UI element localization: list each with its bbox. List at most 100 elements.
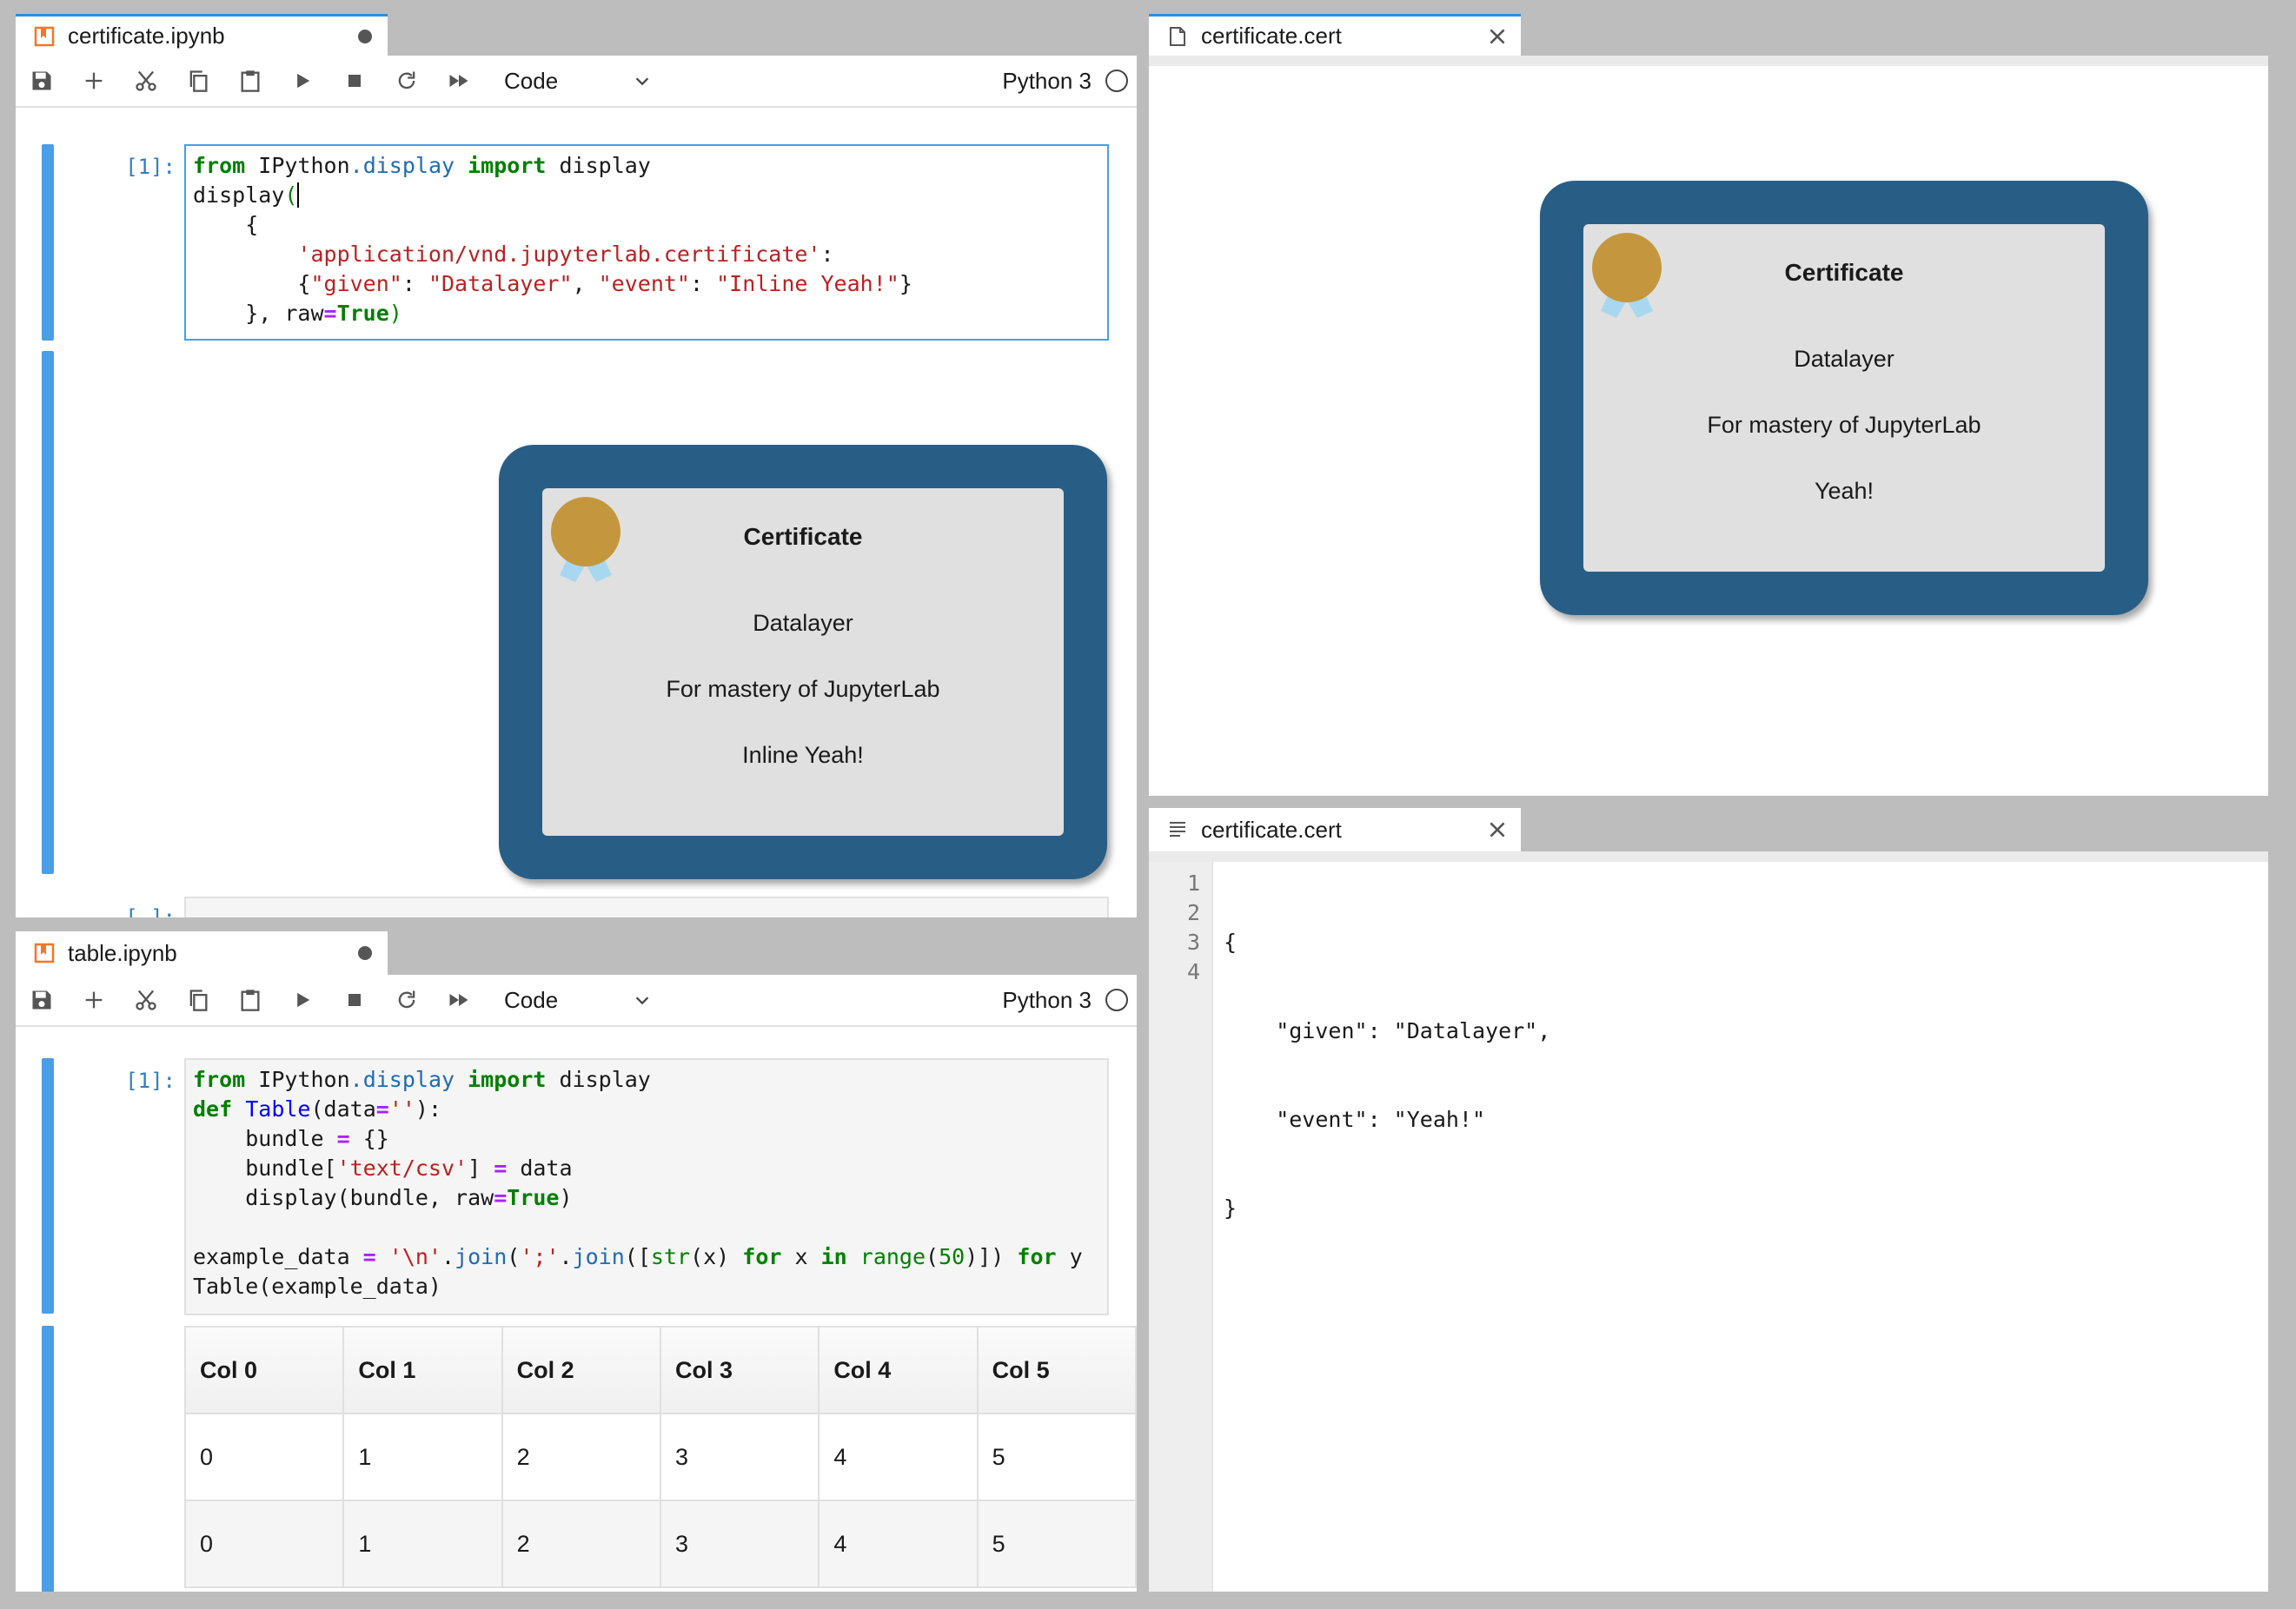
- input-prompt-empty: [ ]:: [125, 905, 176, 917]
- cell-type-select[interactable]: Code: [504, 62, 652, 100]
- refresh-icon: [398, 990, 415, 1009]
- table-cell: 1: [342, 1413, 503, 1501]
- copy-button[interactable]: [172, 974, 224, 1026]
- certificate-notebook-panel: certificate.ipynb Code Python 3 [1]: fro…: [16, 12, 1137, 917]
- chevron-down-icon: [635, 997, 649, 1005]
- run-button[interactable]: [276, 55, 328, 107]
- insert-cell-button[interactable]: [68, 974, 120, 1026]
- line-number: 4: [1186, 959, 1200, 984]
- stop-icon: [348, 994, 361, 1006]
- kernel-name[interactable]: Python 3: [1002, 68, 1092, 95]
- tab-bar: certificate.ipynb: [16, 12, 1137, 56]
- notebook-body[interactable]: [1]: from IPython.display import display…: [16, 109, 1137, 917]
- scissors-icon: [136, 70, 156, 91]
- cut-button[interactable]: [120, 974, 172, 1026]
- tab-certificate-viewer[interactable]: certificate.cert: [1149, 14, 1521, 56]
- certificate-event: Inline Yeah!: [742, 742, 864, 768]
- fast-forward-icon: [449, 75, 468, 87]
- run-all-button[interactable]: [433, 974, 485, 1026]
- certificate-card: Certificate Datalayer For mastery of Jup…: [542, 488, 1064, 836]
- text-editor[interactable]: 1 2 3 4 { "given": "Datalayer", "event":…: [1149, 862, 2268, 1592]
- code-line[interactable]: }: [1224, 1194, 2268, 1223]
- table-cell: 1: [342, 1500, 503, 1588]
- line-number: 2: [1186, 900, 1200, 925]
- cell-type-value: Code: [504, 986, 559, 1013]
- certificate-card: Certificate Datalayer For mastery of Jup…: [1583, 224, 2105, 572]
- copy-button[interactable]: [172, 55, 224, 107]
- kernel-idle-icon: [1105, 989, 1128, 1011]
- table-notebook-panel: table.ipynb Code Python 3 [1]: from IPyt…: [16, 931, 1137, 1592]
- save-button[interactable]: [16, 55, 68, 107]
- interrupt-button[interactable]: [328, 974, 381, 1026]
- column-header: Col 5: [976, 1326, 1137, 1414]
- input-prompt: [1]:: [125, 1069, 176, 1093]
- insert-cell-button[interactable]: [68, 55, 120, 107]
- tab-label: certificate.cert: [1201, 23, 1342, 49]
- column-header: Col 1: [342, 1326, 503, 1414]
- code-cell-editor[interactable]: from IPython.display import display disp…: [184, 144, 1109, 341]
- table-cell: 3: [659, 1500, 820, 1588]
- unsaved-indicator-icon[interactable]: [358, 946, 372, 960]
- plus-icon: [85, 72, 103, 89]
- certificate-event: Yeah!: [1814, 478, 1875, 504]
- toolbar-strip: [1149, 851, 2268, 862]
- certificate-reason: For mastery of JupyterLab: [666, 676, 940, 702]
- restart-button[interactable]: [381, 974, 433, 1026]
- unsaved-indicator-icon[interactable]: [358, 29, 372, 43]
- output-collapser[interactable]: [42, 351, 54, 874]
- certificate-title: Certificate: [1784, 259, 1904, 286]
- input-collapser[interactable]: [42, 144, 54, 341]
- tab-label: certificate.ipynb: [68, 23, 225, 49]
- tab-certificate-editor[interactable]: certificate.cert: [1149, 808, 1521, 851]
- column-header: Col 0: [183, 1326, 345, 1414]
- table-cell: 0: [183, 1413, 345, 1501]
- cell-type-select[interactable]: Code: [504, 981, 652, 1019]
- input-prompt: [1]:: [125, 155, 176, 179]
- certificate-editor-panel: certificate.cert 1 2 3 4 { "given": "Dat…: [1149, 808, 2268, 1592]
- certificate-recipient: Datalayer: [753, 610, 853, 636]
- close-icon[interactable]: [1486, 818, 1509, 841]
- scissors-icon: [136, 990, 156, 1010]
- close-icon[interactable]: [1486, 25, 1509, 48]
- column-header: Col 3: [659, 1326, 820, 1414]
- code-line[interactable]: "event": "Yeah!": [1224, 1105, 2268, 1135]
- run-all-button[interactable]: [433, 55, 485, 107]
- notebook-body[interactable]: [1]: from IPython.display import display…: [16, 1029, 1137, 1592]
- code-line[interactable]: "given": "Datalayer",: [1224, 1016, 2268, 1046]
- paste-icon: [241, 70, 260, 92]
- paste-button[interactable]: [224, 55, 276, 107]
- kernel-name[interactable]: Python 3: [1002, 987, 1092, 1014]
- certificate-recipient: Datalayer: [1794, 346, 1895, 372]
- save-button[interactable]: [16, 974, 68, 1026]
- file-icon: [1163, 22, 1192, 51]
- certificate-reason: For mastery of JupyterLab: [1707, 412, 1981, 438]
- notebook-icon: [30, 22, 59, 51]
- code-line[interactable]: {: [1224, 928, 2268, 957]
- line-number-gutter: 1 2 3 4: [1149, 862, 1213, 1592]
- table-cell: 5: [976, 1413, 1137, 1501]
- save-icon: [32, 71, 51, 90]
- table-cell: 4: [818, 1413, 979, 1501]
- code-cell-editor[interactable]: from IPython.display import display def …: [184, 1058, 1109, 1315]
- editor-content[interactable]: { "given": "Datalayer", "event": "Yeah!"…: [1224, 862, 2268, 1592]
- chevron-down-icon: [635, 77, 649, 86]
- cut-button[interactable]: [120, 55, 172, 107]
- tab-table-notebook[interactable]: table.ipynb: [16, 931, 388, 975]
- fast-forward-icon: [449, 994, 468, 1006]
- csv-output-table: Col 0 Col 1 Col 2 Col 3 Col 4 Col 5 0 1 …: [183, 1326, 1137, 1588]
- table-cell: 5: [976, 1500, 1137, 1588]
- run-button[interactable]: [276, 974, 328, 1026]
- line-number: 3: [1186, 930, 1200, 955]
- tab-certificate-notebook[interactable]: certificate.ipynb: [16, 14, 388, 56]
- paste-button[interactable]: [224, 974, 276, 1026]
- column-header: Col 2: [501, 1326, 661, 1414]
- cell-type-value: Code: [504, 67, 559, 94]
- tab-bar: table.ipynb: [16, 931, 1137, 975]
- empty-code-cell[interactable]: [184, 897, 1109, 917]
- output-collapser[interactable]: [42, 1326, 54, 1592]
- interrupt-button[interactable]: [328, 55, 381, 107]
- notebook-icon: [30, 938, 59, 968]
- restart-button[interactable]: [381, 55, 433, 107]
- text-file-icon: [1163, 815, 1192, 844]
- input-collapser[interactable]: [42, 1058, 54, 1314]
